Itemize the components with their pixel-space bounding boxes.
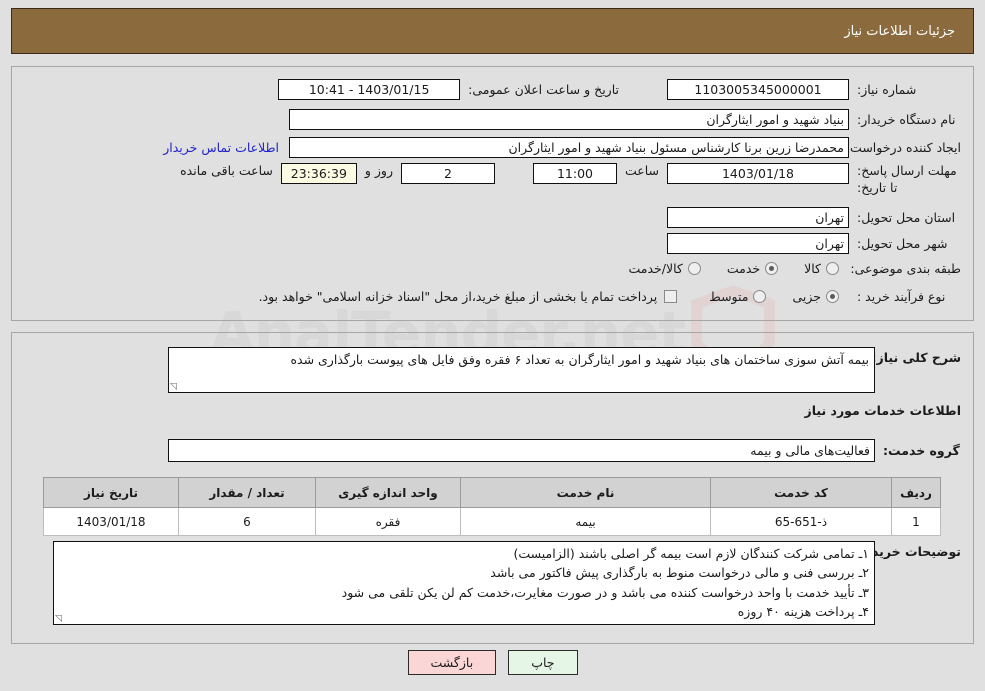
purchase-type-option-jozi[interactable]: جزیی: [792, 289, 839, 304]
column-header-service-code: کد خدمت: [710, 477, 892, 508]
purchase-type-label: نوع فرآیند خرید :: [857, 289, 946, 304]
service-group-value: فعالیت‌های مالی و بیمه: [168, 439, 875, 462]
column-header-service-name: نام خدمت: [460, 477, 711, 508]
resize-grip-icon[interactable]: ◸: [170, 382, 180, 392]
description-value[interactable]: بیمه آتش سوزی ساختمان های بنیاد شهید و ا…: [168, 347, 875, 393]
city-label: شهر محل تحویل:: [857, 236, 948, 251]
category-option-kala[interactable]: کالا: [804, 261, 839, 276]
cell-service-name: بیمه: [460, 507, 711, 536]
radio-icon-khedmat[interactable]: [765, 262, 779, 275]
need-number-value: 1103005345000001: [667, 79, 849, 100]
table-row: 1 ذ-651-65 بیمه فقره 6 1403/01/18: [43, 507, 941, 536]
category-option-khedmat-label: خدمت: [726, 261, 761, 276]
treasury-checkbox[interactable]: [664, 290, 678, 303]
days-word-label: روز و: [364, 163, 393, 178]
purchase-type-option-jozi-label: جزیی: [792, 289, 821, 304]
radio-icon-jozi[interactable]: [826, 290, 839, 303]
requester-label: ایجاد کننده درخواست:: [845, 140, 961, 155]
deadline-time-value: 11:00: [532, 163, 617, 184]
print-button[interactable]: چاپ: [508, 650, 578, 675]
need-number-row: شماره نیاز: 1103005345000001 تاریخ و ساع…: [278, 79, 961, 100]
cell-row-no: 1: [891, 507, 941, 536]
description-text: بیمه آتش سوزی ساختمان های بنیاد شهید و ا…: [290, 352, 869, 367]
page-title-bar: جزئیات اطلاعات نیاز: [11, 8, 974, 54]
services-section-title: اطلاعات خدمات مورد نیاز: [804, 403, 962, 418]
city-row: شهر محل تحویل: تهران: [667, 233, 961, 254]
action-button-bar: چاپ بازگشت: [0, 650, 985, 675]
buyer-notes-row: توضیحات خریدار: ۱ـ تمامی شرکت کنندگان لا…: [53, 541, 961, 625]
buyer-notes-value[interactable]: ۱ـ تمامی شرکت کنندگان لازم است بیمه گر ا…: [53, 541, 875, 625]
services-table: ردیف کد خدمت نام خدمت واحد اندازه گیری ت…: [43, 477, 941, 536]
column-header-unit: واحد اندازه گیری: [315, 477, 461, 508]
need-number-label: شماره نیاز:: [857, 82, 917, 97]
requester-row: ایجاد کننده درخواست: محمدرضا زرین برنا ک…: [163, 137, 961, 158]
service-group-row: گروه خدمت: فعالیت‌های مالی و بیمه: [168, 439, 961, 462]
radio-icon-motevaset[interactable]: [753, 290, 767, 303]
need-info-panel: شماره نیاز: 1103005345000001 تاریخ و ساع…: [11, 66, 974, 321]
service-group-label: گروه خدمت:: [883, 443, 960, 458]
description-label: شرح کلی نیاز:: [871, 350, 961, 365]
category-label: طبقه بندی موضوعی:: [850, 261, 961, 276]
purchase-type-option-motevaset-label: متوسط: [709, 289, 749, 304]
purchase-type-radio-list: جزیی متوسط: [709, 289, 839, 304]
category-option-kala-khedmat[interactable]: کالا/خدمت: [628, 261, 701, 276]
category-radio-list: کالا خدمت کالا/خدمت: [628, 261, 839, 276]
buyer-notes-label: توضیحات خریدار:: [855, 544, 961, 559]
category-option-kala-khedmat-label: کالا/خدمت: [628, 261, 683, 276]
cell-unit: فقره: [315, 507, 461, 536]
cell-quantity: 6: [178, 507, 316, 536]
deadline-label: مهلت ارسال پاسخ: تا تاریخ:: [857, 163, 957, 195]
buyer-note-line: ۲ـ بررسی فنی و مالی درخواست منوط به بارگ…: [490, 565, 869, 581]
back-button[interactable]: بازگشت: [407, 650, 497, 675]
buyer-org-label: نام دستگاه خریدار:: [857, 112, 956, 127]
buyer-contact-link[interactable]: اطلاعات تماس خریدار: [163, 140, 279, 155]
province-label: استان محل تحویل:: [857, 210, 956, 225]
deadline-date-value: 1403/01/18: [667, 163, 849, 184]
countdown-timer: 23:36:39: [280, 163, 357, 184]
category-row: طبقه بندی موضوعی: کالا خدمت کالا/خدمت: [628, 261, 961, 276]
province-value: تهران: [667, 207, 849, 228]
category-option-khedmat[interactable]: خدمت: [726, 261, 779, 276]
radio-icon-kala[interactable]: [826, 262, 839, 275]
buyer-org-value: بنیاد شهید و امور ایثارگران: [289, 109, 849, 130]
cell-service-code: ذ-651-65: [710, 507, 892, 536]
page-root: AnalTender.net جزئیات اطلاعات نیاز شماره…: [0, 0, 985, 691]
announce-datetime-value: 1403/01/15 - 10:41: [278, 79, 461, 100]
page-title: جزئیات اطلاعات نیاز: [844, 23, 955, 39]
description-row: شرح کلی نیاز: بیمه آتش سوزی ساختمان های …: [168, 347, 961, 393]
deadline-row: مهلت ارسال پاسخ: تا تاریخ: 1403/01/18 سا…: [180, 163, 961, 197]
category-option-kala-label: کالا: [804, 261, 821, 276]
column-header-row-no: ردیف: [891, 477, 941, 508]
radio-icon-kala-khedmat[interactable]: [687, 262, 701, 275]
treasury-note-group: پرداخت تمام یا بخشی از مبلغ خرید،از محل …: [259, 289, 678, 304]
column-header-quantity: تعداد / مقدار: [178, 477, 316, 508]
days-remaining-value: 2: [400, 163, 495, 184]
announce-datetime-label: تاریخ و ساعت اعلان عمومی:: [468, 82, 619, 97]
remaining-suffix-label: ساعت باقی مانده: [180, 163, 273, 178]
deadline-time-label: ساعت: [624, 163, 659, 178]
buyer-note-line: ۱ـ تمامی شرکت کنندگان لازم است بیمه گر ا…: [513, 546, 869, 561]
resize-grip-icon[interactable]: ◸: [55, 614, 65, 624]
column-header-need-date: تاریخ نیاز: [43, 477, 179, 508]
buyer-note-line: ۳ـ تأیید خدمت با واحد درخواست کننده می ب…: [341, 584, 869, 600]
buyer-note-line: ۴ـ پرداخت هزینه ۴۰ روزه: [737, 604, 869, 620]
treasury-note-label: پرداخت تمام یا بخشی از مبلغ خرید،از محل …: [258, 289, 658, 304]
buyer-org-row: نام دستگاه خریدار: بنیاد شهید و امور ایث…: [289, 109, 961, 130]
cell-need-date: 1403/01/18: [43, 507, 179, 536]
requester-value: محمدرضا زرین برنا کارشناس مسئول بنیاد شه…: [289, 137, 849, 158]
purchase-type-option-motevaset[interactable]: متوسط: [709, 289, 767, 304]
purchase-type-row: نوع فرآیند خرید : جزیی متوسط پرداخت تمام…: [259, 289, 961, 304]
province-row: استان محل تحویل: تهران: [667, 207, 961, 228]
city-value: تهران: [667, 233, 849, 254]
table-header-row: ردیف کد خدمت نام خدمت واحد اندازه گیری ت…: [43, 477, 941, 508]
